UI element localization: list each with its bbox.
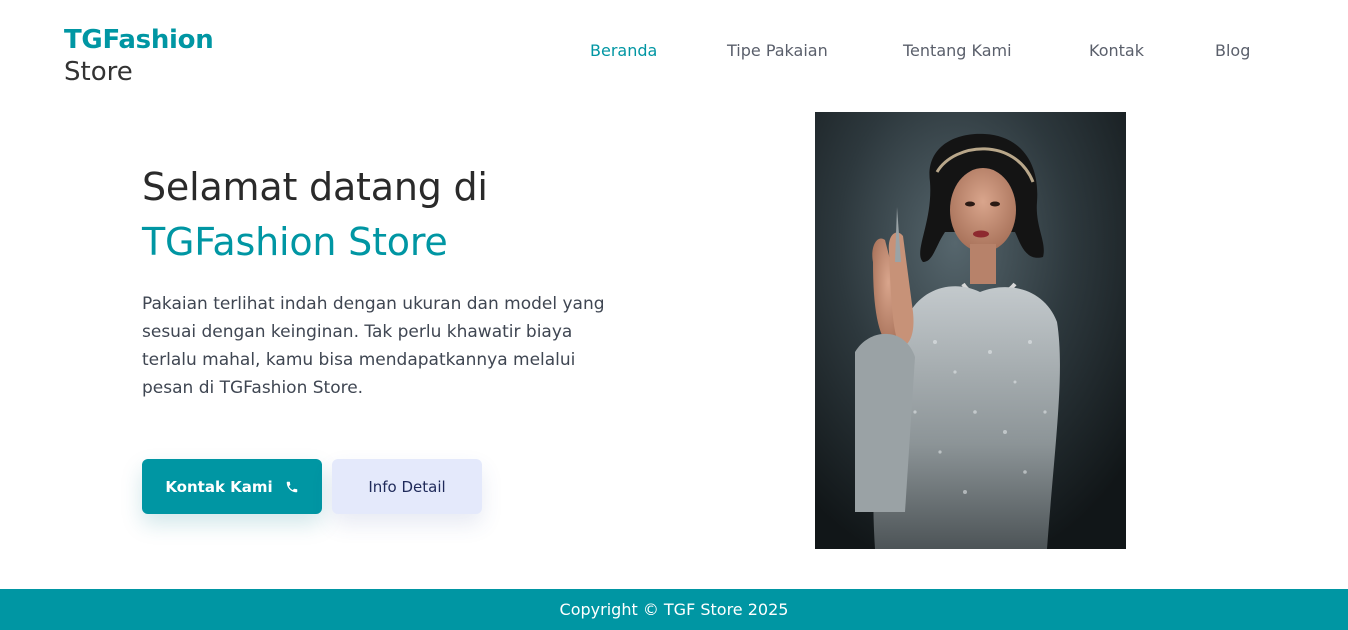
- brand-logo[interactable]: TGFashion Store: [64, 24, 214, 88]
- contact-us-label: Kontak Kami: [165, 477, 273, 496]
- nav-item-blog[interactable]: Blog: [1215, 41, 1250, 60]
- nav-item-beranda[interactable]: Beranda: [590, 41, 657, 60]
- nav-item-kontak[interactable]: Kontak: [1089, 41, 1144, 60]
- page: TGFashion Store Beranda Tipe Pakaian Ten…: [0, 0, 1348, 630]
- footer: Copyright © TGF Store 2025: [0, 589, 1348, 630]
- info-detail-button[interactable]: Info Detail: [332, 459, 482, 514]
- phone-icon: [285, 480, 299, 494]
- hero-title-line2: TGFashion Store: [142, 220, 448, 264]
- hero-model-photo: [815, 112, 1126, 549]
- brand-name: TGFashion: [64, 25, 214, 55]
- brand-subtitle: Store: [64, 57, 133, 87]
- info-detail-label: Info Detail: [368, 477, 446, 496]
- hero-title-line1: Selamat datang di: [142, 165, 488, 209]
- nav-item-tentang-kami[interactable]: Tentang Kami: [903, 41, 1012, 60]
- nav-item-tipe-pakaian[interactable]: Tipe Pakaian: [727, 41, 828, 60]
- hero-title: Selamat datang di TGFashion Store: [142, 160, 488, 270]
- contact-us-button[interactable]: Kontak Kami: [142, 459, 322, 514]
- footer-copyright: Copyright © TGF Store 2025: [559, 600, 789, 619]
- hero-description: Pakaian terlihat indah dengan ukuran dan…: [142, 294, 605, 398]
